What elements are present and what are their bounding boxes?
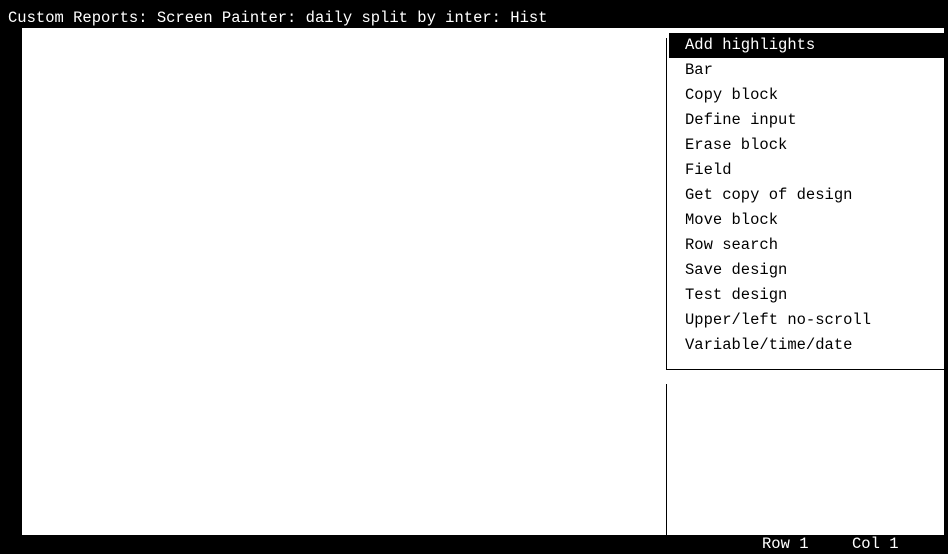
design-canvas[interactable] (22, 28, 662, 535)
menu-item-upper-left-no-scroll[interactable]: Upper/left no-scroll (669, 308, 944, 333)
menu-item-get-copy-of-design[interactable]: Get copy of design (669, 183, 944, 208)
screen-painter-area: Add highlights Bar Copy block Define inp… (22, 28, 944, 535)
window-title: Custom Reports: Screen Painter: daily sp… (0, 0, 948, 28)
cursor-row-indicator: Row 1 (762, 535, 809, 553)
menu-left-border (666, 38, 667, 370)
menu-item-erase-block[interactable]: Erase block (669, 133, 944, 158)
menu-item-test-design[interactable]: Test design (669, 283, 944, 308)
menu-item-save-design[interactable]: Save design (669, 258, 944, 283)
menu-item-variable-time-date[interactable]: Variable/time/date (669, 333, 944, 358)
cursor-col-indicator: Col 1 (852, 535, 899, 553)
menu-item-copy-block[interactable]: Copy block (669, 83, 944, 108)
status-bar: Row 1 Col 1 (0, 535, 948, 553)
command-menu: Add highlights Bar Copy block Define inp… (662, 28, 944, 535)
menu-item-define-input[interactable]: Define input (669, 108, 944, 133)
panel-left-border (666, 384, 667, 535)
menu-item-add-highlights[interactable]: Add highlights (669, 33, 944, 58)
menu-list: Add highlights Bar Copy block Define inp… (669, 33, 944, 358)
menu-bottom-border (666, 369, 944, 370)
menu-item-move-block[interactable]: Move block (669, 208, 944, 233)
menu-item-row-search[interactable]: Row search (669, 233, 944, 258)
menu-item-field[interactable]: Field (669, 158, 944, 183)
menu-item-bar[interactable]: Bar (669, 58, 944, 83)
